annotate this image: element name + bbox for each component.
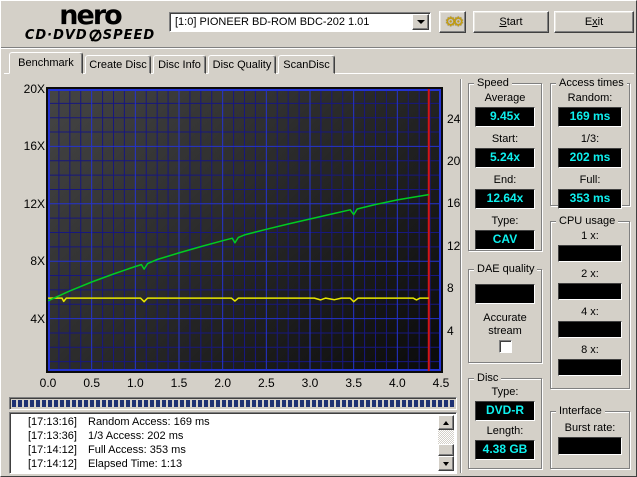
access-times-panel-title: Access times bbox=[556, 77, 627, 89]
progress-bar-fill bbox=[12, 400, 454, 407]
gears-icon: ⚙⚙ bbox=[445, 14, 460, 30]
log-list[interactable]: [17:13:16]Random Access: 169 ms [17:13:3… bbox=[9, 412, 457, 474]
access-times-panel: Access times Random:169 ms 1/3:202 ms Fu… bbox=[550, 83, 630, 206]
disc-panel-title: Disc bbox=[474, 372, 501, 384]
y-axis-left-tick: 8X bbox=[7, 254, 45, 268]
disc-panel: Disc Type:DVD-R Length:4.38 GB bbox=[468, 378, 542, 469]
dae-quality-display bbox=[475, 284, 535, 304]
tab-scandisc[interactable]: ScanDisc bbox=[278, 55, 335, 74]
nero-logo: nero CD·DVDSPEED bbox=[15, 3, 165, 43]
options-button[interactable]: ⚙⚙ bbox=[439, 11, 466, 33]
log-line: [17:14:12]Elapsed Time: 1:13 bbox=[10, 457, 456, 471]
tab-disc-quality[interactable]: Disc Quality bbox=[208, 55, 276, 74]
third-access-display: 202 ms bbox=[558, 148, 622, 168]
start-button[interactable]: Start bbox=[473, 11, 549, 33]
y-axis-right-tick: 20 bbox=[447, 154, 460, 168]
nero-logo-text: nero bbox=[15, 3, 165, 28]
x-axis-tick: 0.5 bbox=[77, 376, 107, 390]
cdvdspeed-logo-text: CD·DVDSPEED bbox=[15, 28, 165, 43]
x-axis-tick: 4.0 bbox=[382, 376, 412, 390]
average-speed-display: 9.45x bbox=[475, 107, 535, 127]
cpu-usage-panel: CPU usage 1 x: 2 x: 4 x: 8 x: bbox=[550, 221, 630, 389]
interface-panel: Interface Burst rate: bbox=[550, 411, 630, 469]
panel-divider bbox=[460, 79, 462, 473]
read-speed-curve bbox=[48, 195, 429, 301]
x-axis-tick: 3.5 bbox=[339, 376, 369, 390]
header-divider bbox=[1, 47, 637, 49]
y-axis-right-tick: 8 bbox=[447, 281, 454, 295]
dae-quality-panel-title: DAE quality bbox=[474, 263, 537, 275]
y-axis-right-tick: 16 bbox=[447, 196, 460, 210]
chevron-down-icon[interactable] bbox=[412, 14, 429, 30]
y-axis-left-tick: 4X bbox=[7, 312, 45, 326]
tab-create-disc[interactable]: Create Disc bbox=[85, 55, 151, 74]
interface-panel-title: Interface bbox=[556, 405, 605, 417]
x-axis-tick: 4.5 bbox=[426, 376, 456, 390]
benchmark-chart bbox=[46, 87, 443, 373]
random-access-display: 169 ms bbox=[558, 107, 622, 127]
speed-panel: Speed Average9.45x Start:5.24x End:12.64… bbox=[468, 83, 542, 251]
end-speed-display: 12.64x bbox=[475, 189, 535, 209]
x-axis-tick: 0.0 bbox=[33, 376, 63, 390]
x-axis-tick: 1.0 bbox=[120, 376, 150, 390]
y-axis-left-tick: 12X bbox=[7, 197, 45, 211]
disc-icon bbox=[89, 29, 102, 42]
x-axis-tick: 3.0 bbox=[295, 376, 325, 390]
start-speed-display: 5.24x bbox=[475, 148, 535, 168]
tab-disc-info[interactable]: Disc Info bbox=[153, 55, 206, 74]
rotation-speed-curve bbox=[48, 298, 429, 302]
y-axis-right-tick: 4 bbox=[447, 324, 454, 338]
log-line: [17:14:12]Full Access: 353 ms bbox=[10, 443, 456, 457]
progress-bar bbox=[9, 397, 457, 410]
speed-panel-title: Speed bbox=[474, 77, 512, 89]
log-line: [17:13:16]Random Access: 169 ms bbox=[10, 415, 456, 429]
disc-type-display: DVD-R bbox=[475, 401, 535, 421]
tab-benchmark[interactable]: Benchmark bbox=[9, 52, 83, 74]
speed-type-display: CAV bbox=[475, 230, 535, 250]
burst-rate-display bbox=[558, 437, 622, 455]
full-access-display: 353 ms bbox=[558, 189, 622, 209]
scrollbar-thumb[interactable] bbox=[438, 444, 454, 456]
exit-button[interactable]: Exit bbox=[554, 11, 634, 33]
accurate-stream-checkbox[interactable] bbox=[499, 340, 512, 353]
log-scrollbar[interactable] bbox=[438, 415, 454, 471]
cpu-usage-panel-title: CPU usage bbox=[556, 215, 618, 227]
cpu-4x-display bbox=[558, 321, 622, 338]
cpu-2x-display bbox=[558, 283, 622, 300]
log-line: [17:13:36]1/3 Access: 202 ms bbox=[10, 429, 456, 443]
x-axis-tick: 2.5 bbox=[251, 376, 281, 390]
y-axis-right-tick: 24 bbox=[447, 112, 460, 126]
cpu-8x-display bbox=[558, 359, 622, 376]
x-axis-tick: 1.5 bbox=[164, 376, 194, 390]
y-axis-left-tick: 20X bbox=[7, 82, 45, 96]
cpu-1x-display bbox=[558, 245, 622, 262]
disc-length-display: 4.38 GB bbox=[475, 440, 535, 460]
y-axis-left-tick: 16X bbox=[7, 139, 45, 153]
drive-selector[interactable]: [1:0] PIONEER BD-ROM BDC-202 1.01 bbox=[169, 12, 431, 32]
app-window: nero CD·DVDSPEED [1:0] PIONEER BD-ROM BD… bbox=[0, 0, 637, 477]
accurate-stream-label: Accurate stream bbox=[477, 312, 533, 338]
drive-selector-value: [1:0] PIONEER BD-ROM BDC-202 1.01 bbox=[170, 16, 412, 28]
arrow-up-icon[interactable] bbox=[438, 415, 454, 430]
arrow-down-icon[interactable] bbox=[438, 456, 454, 471]
x-axis-tick: 2.0 bbox=[208, 376, 238, 390]
dae-quality-panel: DAE quality Accurate stream bbox=[468, 269, 542, 363]
y-axis-right-tick: 12 bbox=[447, 239, 460, 253]
